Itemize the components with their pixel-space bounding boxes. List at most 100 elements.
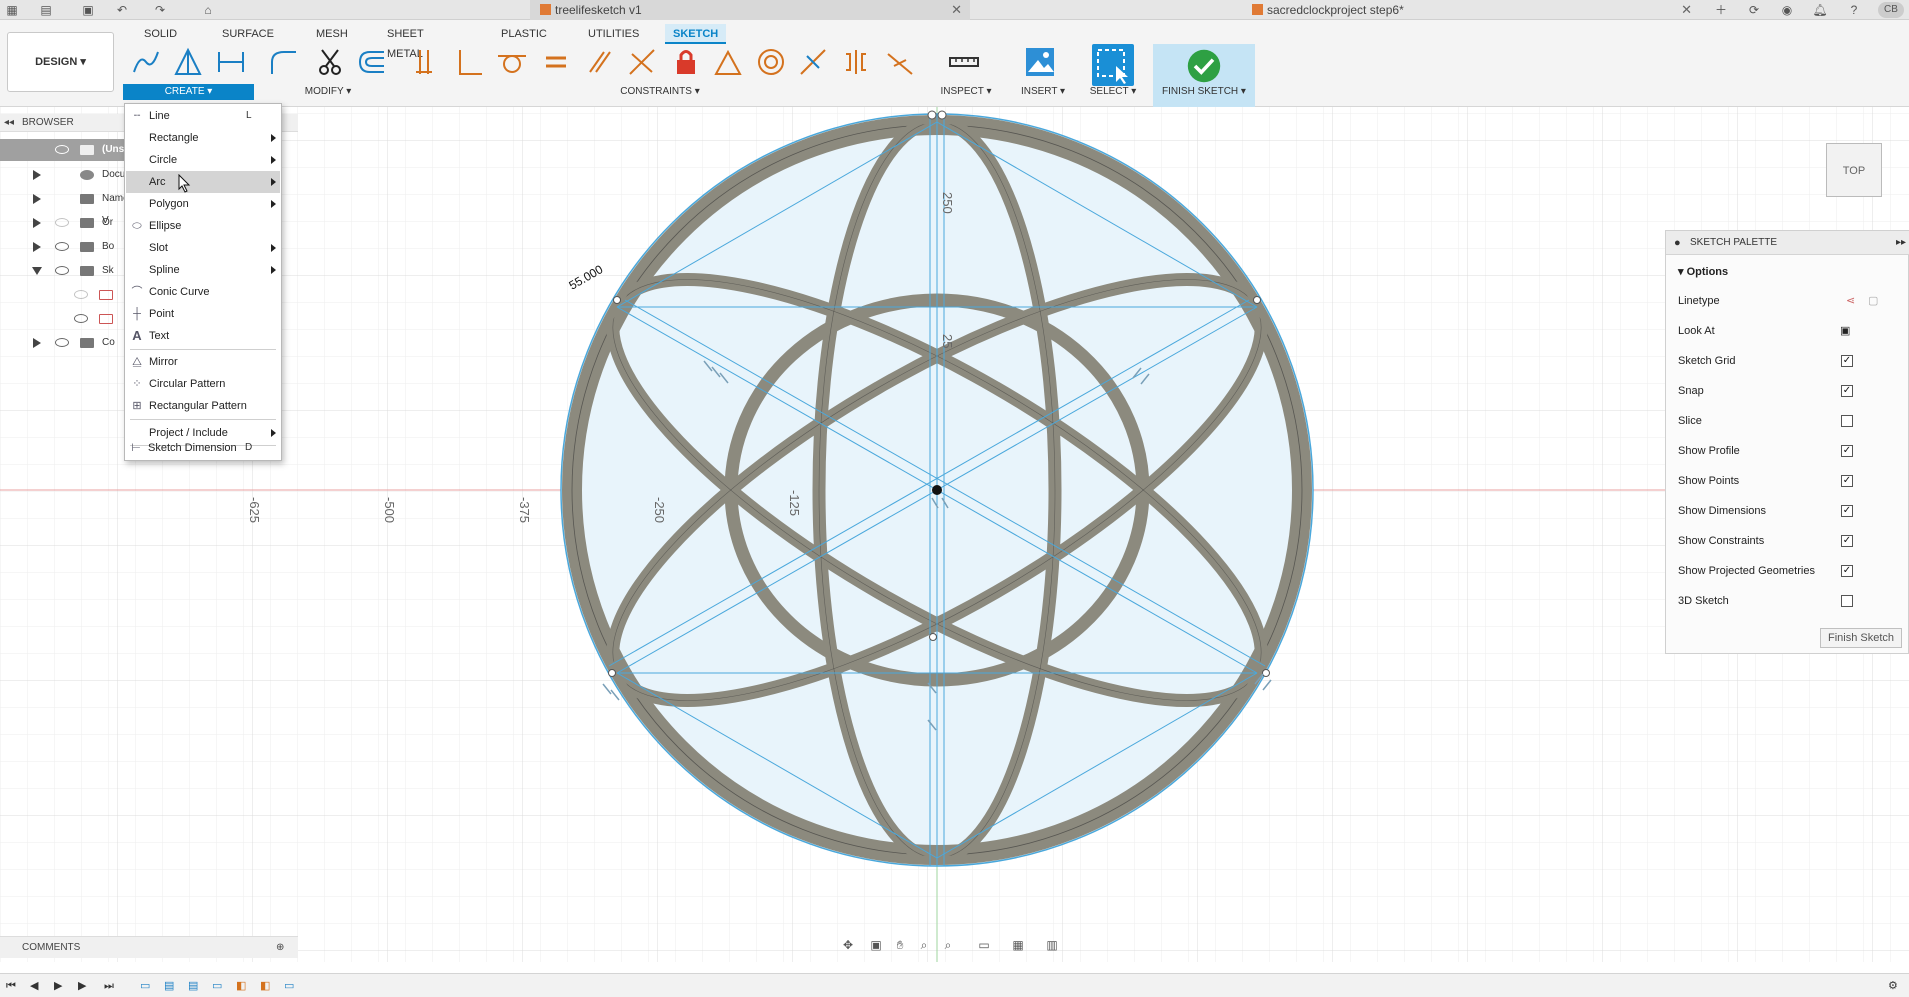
visibility-eye-icon[interactable] xyxy=(55,145,69,154)
add-comment-icon[interactable]: ⊕ xyxy=(276,937,284,959)
measure-tool-button[interactable] xyxy=(948,46,984,82)
visibility-eye-icon[interactable] xyxy=(55,266,69,275)
collapse-browser-icon[interactable]: ◂◂ xyxy=(4,114,14,132)
collinear-constraint[interactable] xyxy=(626,46,658,82)
tab-mesh[interactable]: MESH xyxy=(316,24,348,44)
browser-row-sketch-item[interactable] xyxy=(0,284,140,306)
3d-sketch-checkbox[interactable] xyxy=(1841,595,1853,607)
select-tool-button[interactable] xyxy=(1092,44,1134,86)
fix-constraint[interactable] xyxy=(670,46,702,82)
sketch-point[interactable] xyxy=(608,669,616,677)
document-tab-treelifesketch[interactable]: treelifesketch v1 ✕ xyxy=(530,0,970,20)
modify-menu-button[interactable]: MODIFY ▾ xyxy=(290,84,366,100)
orbit-icon[interactable]: ✥ xyxy=(840,937,856,953)
menu-item-circular-pattern[interactable]: ⁘ Circular Pattern xyxy=(126,373,280,395)
parallel-constraint[interactable] xyxy=(584,46,616,82)
menu-item-line[interactable]: ╌ Line L xyxy=(126,105,280,127)
menu-item-circle[interactable]: Circle xyxy=(126,149,280,171)
tab-solid[interactable]: SOLID xyxy=(144,24,177,44)
expand-icon[interactable] xyxy=(33,170,41,180)
menu-item-conic-curve[interactable]: ⌒ Conic Curve xyxy=(126,281,280,303)
menu-item-ellipse[interactable]: ⬭ Ellipse xyxy=(126,215,280,237)
menu-item-sketch-dimension[interactable]: ⊢ Sketch Dimension D xyxy=(125,437,279,459)
browser-root-row[interactable]: (Unsa xyxy=(0,139,140,161)
construction-linetype-icon[interactable]: ⋖ xyxy=(1846,289,1855,313)
notifications-icon[interactable]: 🔔︎ xyxy=(1812,2,1828,18)
sketch-drawing[interactable]: -625 -500 -375 -250 -125 250 25 55.000 xyxy=(0,107,1909,962)
expand-icon[interactable] xyxy=(33,218,41,228)
palette-finish-sketch-button[interactable]: Finish Sketch xyxy=(1820,628,1902,648)
concentric-constraint[interactable] xyxy=(755,46,787,82)
centerline-linetype-icon[interactable]: ▢ xyxy=(1868,289,1878,313)
show-profile-checkbox[interactable]: ✓ xyxy=(1841,445,1853,457)
grid-menu-icon[interactable]: ▦ xyxy=(4,2,20,18)
perpendicular-constraint[interactable] xyxy=(454,46,486,82)
timeline-feature-icon[interactable]: ◧ xyxy=(260,980,274,992)
sketch-point[interactable] xyxy=(927,110,937,120)
triangle-tool-button[interactable] xyxy=(172,46,204,82)
constraints-menu-button[interactable]: CONSTRAINTS ▾ xyxy=(600,84,720,100)
timeline-sketch-feature-icon[interactable]: ▭ xyxy=(140,980,154,992)
visibility-eye-icon[interactable] xyxy=(55,338,69,347)
undo-icon[interactable]: ↶ xyxy=(114,2,130,18)
tab-utilities[interactable]: UTILITIES xyxy=(588,24,639,44)
look-at-icon[interactable]: ▣ xyxy=(868,937,884,953)
fillet-tool-button[interactable] xyxy=(268,46,300,82)
horizontal-vertical-constraint[interactable] xyxy=(412,46,444,82)
trim-tool-button[interactable] xyxy=(314,46,346,82)
user-avatar[interactable]: CB xyxy=(1878,2,1904,18)
menu-item-rectangular-pattern[interactable]: ⊞ Rectangular Pattern xyxy=(126,395,280,417)
tab-surface[interactable]: SURFACE xyxy=(222,24,274,44)
timeline-last-icon[interactable]: ⏭ xyxy=(104,980,118,992)
menu-item-mirror[interactable]: ⧋ Mirror xyxy=(126,351,280,373)
browser-row-named-views[interactable]: Named V xyxy=(0,188,140,226)
insert-image-button[interactable] xyxy=(1024,46,1056,82)
menu-item-rectangle[interactable]: Rectangle xyxy=(126,127,280,149)
save-icon[interactable]: ▣ xyxy=(80,2,96,18)
menu-item-slot[interactable]: Slot xyxy=(126,237,280,259)
menu-item-polygon[interactable]: Polygon xyxy=(126,193,280,215)
browser-row-origin[interactable]: Or xyxy=(0,212,140,234)
design-workspace-button[interactable]: DESIGN ▾ xyxy=(7,32,114,92)
visibility-eye-icon[interactable] xyxy=(55,218,69,227)
timeline-next-icon[interactable]: ▶ xyxy=(78,980,92,992)
document-tab-sacredclockproject[interactable]: sacredclockproject step6* ✕ xyxy=(1240,0,1700,20)
offset-tool-button[interactable] xyxy=(356,46,388,82)
snap-checkbox[interactable]: ✓ xyxy=(1841,385,1853,397)
grid-settings-icon[interactable]: ▦ xyxy=(1010,937,1026,953)
symmetry-constraint[interactable] xyxy=(840,46,872,82)
show-constraints-checkbox[interactable]: ✓ xyxy=(1841,535,1853,547)
tab-plastic[interactable]: PLASTIC xyxy=(501,24,547,44)
browser-row-construction[interactable]: Co xyxy=(0,332,140,354)
select-menu-button[interactable]: SELECT ▾ xyxy=(1082,84,1144,100)
sketch-canvas[interactable]: -625 -500 -375 -250 -125 250 25 55.000 T… xyxy=(0,107,1909,962)
refresh-icon[interactable]: ⟳ xyxy=(1746,2,1762,18)
expand-icon[interactable] xyxy=(33,194,41,204)
timeline-extrude-feature-icon[interactable]: ▤ xyxy=(188,980,202,992)
collapse-icon[interactable]: ▾ xyxy=(1678,266,1687,278)
viewports-icon[interactable]: ▥ xyxy=(1044,937,1060,953)
show-dimensions-checkbox[interactable]: ✓ xyxy=(1841,505,1853,517)
sketch-point[interactable] xyxy=(1262,669,1270,677)
timeline-previous-icon[interactable]: ◀ xyxy=(30,980,44,992)
job-status-icon[interactable]: ◉ xyxy=(1779,2,1795,18)
inspect-menu-button[interactable]: INSPECT ▾ xyxy=(930,84,1002,100)
comments-panel[interactable]: COMMENTS ⊕ xyxy=(0,936,298,958)
curvature-constraint[interactable] xyxy=(884,46,916,82)
view-cube[interactable]: TOP xyxy=(1826,143,1882,197)
sketch-point[interactable] xyxy=(937,110,947,120)
expand-icon[interactable] xyxy=(33,338,41,348)
menu-item-point[interactable]: ┼ Point xyxy=(126,303,280,325)
zoom-icon[interactable]: ⌕ xyxy=(916,937,932,953)
origin-point[interactable] xyxy=(932,485,942,495)
menu-item-spline[interactable]: Spline xyxy=(126,259,280,281)
home-icon[interactable]: ⌂ xyxy=(200,2,216,18)
menu-item-text[interactable]: A Text xyxy=(126,325,280,347)
timeline-play-icon[interactable]: ▶ xyxy=(54,980,68,992)
new-tab-icon[interactable]: ＋ xyxy=(1713,2,1729,18)
create-menu-button[interactable]: CREATE ▾ xyxy=(123,84,254,100)
display-settings-icon[interactable]: ▭ xyxy=(976,937,992,953)
midpoint-constraint[interactable] xyxy=(797,46,829,82)
insert-menu-button[interactable]: INSERT ▾ xyxy=(1012,84,1074,100)
options-section-header[interactable]: ▾ Options xyxy=(1678,265,1728,278)
